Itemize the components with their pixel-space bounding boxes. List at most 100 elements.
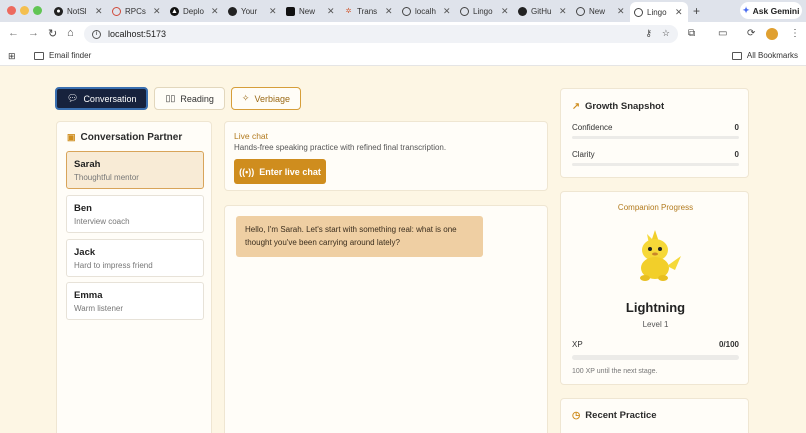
broadcast-icon: ((•)) <box>239 166 255 177</box>
close-tab-icon[interactable]: ✕ <box>443 6 451 17</box>
live-chat-title: Live chat <box>234 131 269 141</box>
bookmarks-bar: ⊞ Email finder All Bookmarks <box>0 46 806 66</box>
companion-title: Companion Progress <box>617 203 694 212</box>
close-tab-icon[interactable]: ✕ <box>95 6 103 17</box>
all-bookmarks-button[interactable]: All Bookmarks <box>731 51 798 60</box>
clock-icon: ◷ <box>572 410 581 421</box>
chat-panel: Hello, I'm Sarah. Let's start with somet… <box>224 205 548 433</box>
browser-tab[interactable]: RPCs ✕ <box>108 2 161 20</box>
rpc-icon <box>112 6 121 16</box>
metric-clarity: Clarity 0 <box>572 150 739 166</box>
companion-name: Lightning <box>625 300 686 315</box>
companion-progress-card: Companion Progress Lightning Level 1 XP 0… <box>560 191 749 385</box>
xp-section: XP 0/100 100 XP until the next stage. <box>572 340 739 375</box>
clarity-bar <box>572 163 739 166</box>
close-tab-icon[interactable]: ✕ <box>675 7 683 18</box>
close-tab-icon[interactable]: ✕ <box>385 6 393 17</box>
menu-icon[interactable]: ⋮ <box>790 28 800 39</box>
close-tab-icon[interactable]: ✕ <box>327 6 335 17</box>
maximize-window-button[interactable] <box>33 6 42 15</box>
forward-icon[interactable]: → <box>28 27 39 39</box>
metric-confidence: Confidence 0 <box>572 123 739 139</box>
apps-grid-icon[interactable]: ⊞ <box>8 51 16 62</box>
home-icon[interactable]: ⌂ <box>67 27 74 39</box>
folder-icon <box>34 51 44 60</box>
side-panel-icon[interactable]: ▭ <box>718 28 727 39</box>
browser-toolbar: ← → ↻ ⌂ i localhost:5173 ⚷ ☆ ⧉ ▭ ⟳ ⋮ <box>0 22 806 46</box>
browser-tab[interactable]: ● NotSl ✕ <box>50 2 103 20</box>
xp-note: 100 XP until the next stage. <box>572 368 658 375</box>
close-tab-icon[interactable]: ✕ <box>269 6 277 17</box>
partner-item-jack[interactable]: Jack Hard to impress friend <box>66 239 204 277</box>
browser-tab[interactable]: New ✕ <box>282 2 335 20</box>
briefcase-icon: ▣ <box>67 132 76 142</box>
close-tab-icon[interactable]: ✕ <box>211 6 219 17</box>
close-tab-icon[interactable]: ✕ <box>501 6 509 17</box>
browser-tab[interactable]: ✲ Trans ✕ <box>340 2 393 20</box>
sync-icon[interactable]: ⟳ <box>747 28 755 39</box>
address-bar[interactable]: i localhost:5173 ⚷ ☆ <box>84 25 678 43</box>
tab-verbiage[interactable]: ✧ Verbiage <box>230 87 301 110</box>
companion-level: Level 1 <box>642 320 669 329</box>
gemini-icon: ✦ <box>742 5 750 15</box>
tab-conversation[interactable]: 💬︎ Conversation <box>55 87 149 110</box>
vercel-icon: ▲ <box>170 6 179 16</box>
mode-tabs: 💬︎ Conversation ▯▯ Reading ✧ Verbiage <box>55 87 301 110</box>
password-key-icon[interactable]: ⚷ <box>645 28 652 39</box>
reload-icon[interactable]: ↻ <box>48 27 57 40</box>
tab-reading[interactable]: ▯▯ Reading <box>154 87 225 110</box>
url-text[interactable]: localhost:5173 <box>108 29 166 39</box>
xp-progress-bar <box>572 355 739 360</box>
browser-tab[interactable]: localh ✕ <box>398 2 451 20</box>
browser-tab[interactable]: ▲ Deplo ✕ <box>166 2 219 20</box>
conversation-partner-panel: ▣ Conversation Partner Sarah Thoughtful … <box>56 121 212 433</box>
close-tab-icon[interactable]: ✕ <box>153 6 161 17</box>
live-chat-card: Live chat Hands-free speaking practice w… <box>224 121 548 191</box>
confidence-bar <box>572 136 739 139</box>
partner-panel-title: ▣ Conversation Partner <box>67 132 183 143</box>
close-tab-icon[interactable]: ✕ <box>617 6 625 17</box>
github-icon <box>518 6 527 16</box>
browser-tab[interactable]: Lingo ✕ <box>456 2 509 20</box>
growth-snapshot-card: ↗ Growth Snapshot Confidence 0 Clarity 0 <box>560 88 749 178</box>
close-tab-icon[interactable]: ✕ <box>559 6 567 17</box>
trending-up-icon: ↗ <box>572 101 580 112</box>
transcription-icon: ✲ <box>345 8 352 15</box>
browser-tab-active[interactable]: Lingo ✕ <box>630 2 688 22</box>
browser-tab[interactable]: Your ✕ <box>224 2 277 20</box>
globe-icon <box>460 6 469 16</box>
recent-practice-title: ◷ Recent Practice <box>572 410 657 421</box>
bookmark-email-finder[interactable]: Email finder <box>34 51 91 60</box>
github-icon <box>228 6 237 16</box>
back-icon[interactable]: ← <box>8 27 19 39</box>
notion-icon <box>286 6 295 16</box>
close-window-button[interactable] <box>7 6 16 15</box>
browser-tab[interactable]: GitHu ✕ <box>514 2 567 20</box>
partner-item-ben[interactable]: Ben Interview coach <box>66 195 204 233</box>
companion-pet-image <box>640 230 681 281</box>
globe-icon <box>576 6 585 16</box>
book-icon: ▯▯ <box>165 93 176 103</box>
sparkle-icon: ✧ <box>241 93 250 103</box>
profile-avatar[interactable] <box>766 28 778 40</box>
extensions-icon[interactable]: ⧉ <box>688 28 695 39</box>
new-tab-button[interactable]: + <box>693 4 700 18</box>
recent-practice-card: ◷ Recent Practice <box>560 398 749 433</box>
site-info-icon[interactable]: i <box>92 29 101 39</box>
browser-tab-bar: ● NotSl ✕ RPCs ✕ ▲ Deplo ✕ Your ✕ New ✕ ✲ Trans ✕… <box>0 0 806 22</box>
folder-icon <box>731 51 742 60</box>
ask-gemini-button[interactable]: ✦ Ask Gemini <box>740 2 802 19</box>
chat-bubble-icon: 💬︎ <box>67 93 79 103</box>
chat-message: Hello, I'm Sarah. Let's start with somet… <box>236 216 483 257</box>
github-icon: ● <box>54 6 63 16</box>
xp-value: 0/100 <box>718 340 739 349</box>
bookmark-star-icon[interactable]: ☆ <box>662 28 670 39</box>
globe-icon <box>634 7 643 17</box>
enter-live-chat-button[interactable]: ((•)) Enter live chat <box>234 159 326 184</box>
browser-tab[interactable]: New ✕ <box>572 2 625 20</box>
partner-item-sarah[interactable]: Sarah Thoughtful mentor <box>66 151 204 189</box>
live-chat-description: Hands-free speaking practice with refine… <box>234 143 447 152</box>
partner-item-emma[interactable]: Emma Warm listener <box>66 282 204 320</box>
minimize-window-button[interactable] <box>20 6 29 15</box>
growth-title: ↗ Growth Snapshot <box>572 101 665 112</box>
